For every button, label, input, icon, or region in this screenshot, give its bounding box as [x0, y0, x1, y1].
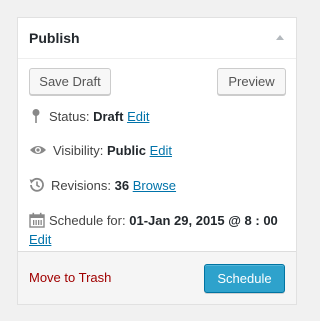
history-icon	[29, 177, 45, 196]
panel-footer: Move to Trash Schedule	[18, 251, 296, 304]
visibility-label: Visibility:	[53, 143, 104, 158]
preview-button[interactable]: Preview	[217, 68, 286, 95]
pin-icon	[29, 108, 43, 127]
move-to-trash-link[interactable]: Move to Trash	[29, 270, 111, 285]
revisions-label: Revisions:	[51, 177, 111, 193]
schedule-button[interactable]: Schedule	[204, 264, 285, 293]
status-label: Status:	[49, 108, 90, 124]
browse-revisions-link[interactable]: Browse	[133, 178, 176, 193]
edit-visibility-link[interactable]: Edit	[150, 143, 172, 158]
status-row: Status: Draft Edit	[29, 108, 149, 127]
eye-icon	[29, 144, 47, 159]
publish-panel: Publish Save Draft Preview Status: Draft…	[17, 17, 297, 305]
save-draft-button[interactable]: Save Draft	[29, 68, 111, 95]
visibility-row: Visibility: Public Edit	[29, 143, 172, 159]
panel-header[interactable]: Publish	[18, 18, 296, 59]
schedule-label: Schedule for:	[49, 212, 126, 228]
edit-status-link[interactable]: Edit	[127, 109, 149, 124]
edit-schedule-link[interactable]: Edit	[29, 232, 51, 247]
visibility-value: Public	[106, 143, 146, 158]
revisions-row: Revisions: 36 Browse	[29, 177, 176, 196]
triangle-up-icon[interactable]	[276, 35, 284, 40]
panel-title: Publish	[29, 30, 80, 46]
revisions-count: 36	[114, 177, 130, 193]
calendar-icon	[29, 212, 45, 231]
schedule-row: Schedule for: 01-Jan 29, 2015 @ 8 : 00	[29, 212, 278, 231]
status-value: Draft	[93, 108, 124, 124]
schedule-value: 01-Jan 29, 2015 @ 8 : 00	[129, 212, 278, 228]
